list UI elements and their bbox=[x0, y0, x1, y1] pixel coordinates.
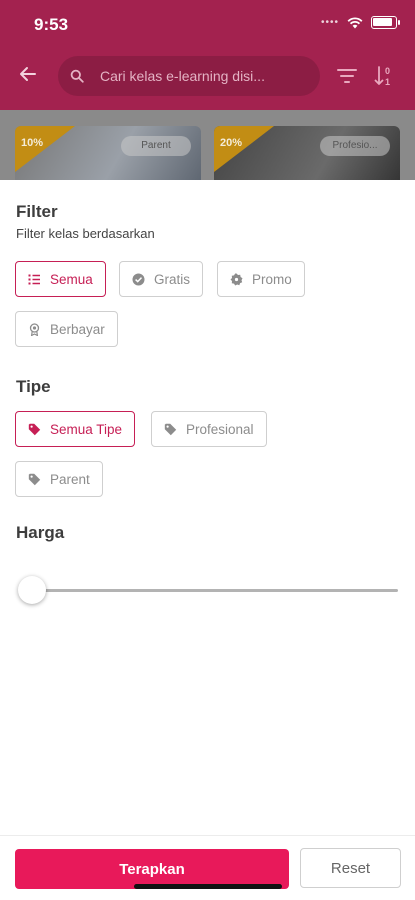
card-type-tag: Profesio... bbox=[320, 136, 390, 156]
filter-title: Filter bbox=[16, 202, 58, 221]
discount-ribbon bbox=[214, 126, 274, 172]
sort-icon[interactable]: 0 1 bbox=[373, 64, 397, 88]
svg-text:1: 1 bbox=[385, 77, 390, 87]
svg-text:0: 0 bbox=[385, 66, 390, 76]
card-type-tag: Parent bbox=[121, 136, 191, 156]
filter-sheet: Filter Filter kelas berdasarkan Semua Gr… bbox=[0, 180, 415, 900]
apply-button[interactable]: Terapkan bbox=[15, 849, 289, 889]
chip-label: Berbayar bbox=[50, 321, 105, 337]
check-circle-icon bbox=[132, 273, 145, 285]
status-time: 9:53 bbox=[34, 15, 69, 34]
search-bar[interactable] bbox=[58, 56, 320, 96]
battery-icon bbox=[371, 16, 400, 29]
chip-label: Parent bbox=[50, 471, 90, 487]
chip-label: Gratis bbox=[154, 271, 191, 287]
discount-label: 10% bbox=[21, 137, 44, 149]
tag-icon bbox=[28, 473, 41, 485]
arrow-left-icon bbox=[20, 67, 36, 81]
course-card[interactable]: 10% Parent bbox=[15, 126, 201, 186]
chip-parent[interactable]: Parent bbox=[15, 461, 103, 497]
chip-semua-tipe[interactable]: Semua Tipe bbox=[15, 411, 136, 447]
chip-gratis[interactable]: Gratis bbox=[119, 261, 204, 297]
award-icon bbox=[29, 322, 40, 336]
slider-thumb[interactable] bbox=[18, 576, 46, 604]
discount-ribbon bbox=[15, 126, 75, 172]
search-icon bbox=[70, 69, 84, 83]
reset-button[interactable]: Reset bbox=[300, 848, 401, 888]
discount-label: 20% bbox=[220, 137, 243, 149]
back-button[interactable] bbox=[18, 64, 46, 88]
chip-label: Profesional bbox=[186, 421, 254, 437]
chip-berbayar[interactable]: Berbayar bbox=[15, 311, 118, 347]
status-bar: 9:53 •••• bbox=[0, 0, 415, 50]
badge-icon bbox=[230, 273, 243, 285]
course-list-backdrop: 10% Parent 20% Profesio... bbox=[0, 110, 415, 186]
home-indicator bbox=[134, 884, 282, 889]
chip-semua[interactable]: Semua bbox=[15, 261, 106, 297]
price-slider[interactable] bbox=[18, 575, 398, 605]
chip-profesional[interactable]: Profesional bbox=[151, 411, 267, 447]
chip-label: Promo bbox=[252, 271, 292, 287]
harga-title: Harga bbox=[16, 523, 65, 542]
chip-label: Semua Tipe bbox=[50, 421, 123, 437]
tag-icon bbox=[164, 423, 177, 435]
filter-subtitle: Filter kelas berdasarkan bbox=[16, 226, 155, 241]
course-card[interactable]: 20% Profesio... bbox=[214, 126, 400, 186]
tipe-title: Tipe bbox=[16, 377, 51, 396]
filter-icon[interactable] bbox=[336, 66, 358, 86]
signal-icon: •••• bbox=[320, 17, 339, 28]
wifi-icon bbox=[347, 16, 363, 28]
tag-icon bbox=[28, 423, 41, 435]
chip-promo[interactable]: Promo bbox=[217, 261, 305, 297]
chip-label: Semua bbox=[50, 271, 93, 287]
slider-track[interactable] bbox=[32, 589, 398, 592]
search-input[interactable] bbox=[100, 68, 300, 84]
list-icon bbox=[28, 274, 40, 284]
